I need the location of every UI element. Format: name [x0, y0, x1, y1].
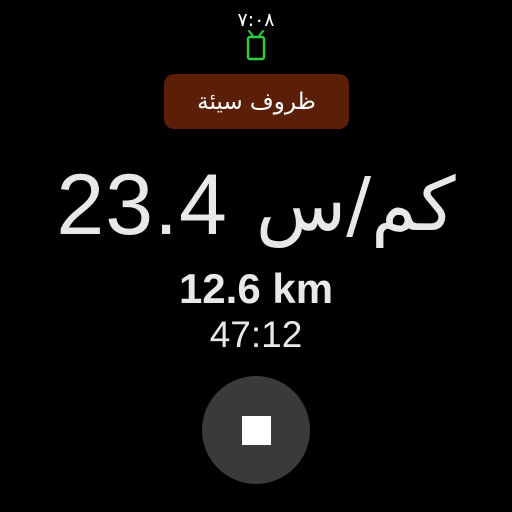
duration-value: 47:12	[209, 314, 303, 355]
stop-button[interactable]	[202, 376, 310, 484]
speed-unit: كم/س	[255, 162, 456, 248]
distance-value: 12.6 km	[178, 265, 334, 312]
badge-label: ظروف سيئة	[197, 88, 316, 115]
stop-icon	[241, 415, 271, 445]
phone-icon	[246, 30, 266, 61]
workout-screen: ٧:٠٨ ظروف سيئة 23.4 كم/س 12.6 km 47:12	[0, 0, 512, 512]
speed-value: 23.4	[56, 157, 228, 253]
status-time: ٧:٠٨	[237, 9, 275, 31]
poor-conditions-badge: ظروف سيئة	[164, 74, 349, 129]
speed-readout: 23.4 كم/س	[0, 158, 512, 253]
